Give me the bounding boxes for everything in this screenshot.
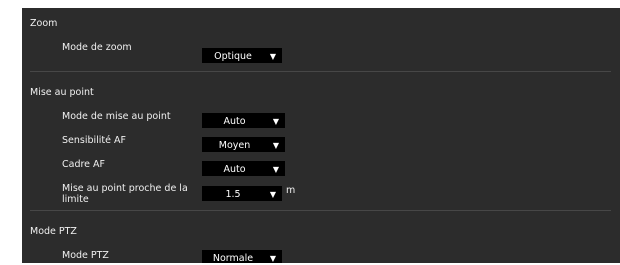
- focus-mode-value: Auto: [223, 116, 246, 127]
- near-limit-value: 1.5: [225, 189, 241, 200]
- section-title-ptz: Mode PTZ: [30, 226, 77, 237]
- focus-mode-select[interactable]: Auto ▼: [202, 113, 285, 128]
- af-frame-value: Auto: [223, 164, 246, 175]
- zoom-mode-value: Optique: [214, 51, 252, 62]
- af-frame-select[interactable]: Auto ▼: [202, 161, 285, 176]
- section-title-zoom: Zoom: [30, 18, 58, 29]
- section-title-focus: Mise au point: [30, 87, 94, 98]
- near-limit-select[interactable]: 1.5 ▼: [202, 186, 282, 201]
- chevron-down-icon: ▼: [272, 141, 279, 150]
- near-limit-label: Mise au point proche de la limite: [62, 183, 188, 205]
- settings-panel: Zoom Mode de zoom Optique ▼ Mise au poin…: [22, 8, 620, 263]
- af-sensitivity-value: Moyen: [218, 140, 251, 151]
- chevron-down-icon: ▼: [269, 52, 276, 61]
- zoom-mode-select[interactable]: Optique ▼: [202, 48, 282, 63]
- chevron-down-icon: ▼: [272, 165, 279, 174]
- ptz-mode-label: Mode PTZ: [62, 250, 109, 261]
- chevron-down-icon: ▼: [269, 190, 276, 199]
- af-sensitivity-label: Sensibilité AF: [62, 135, 126, 146]
- af-frame-label: Cadre AF: [62, 159, 106, 170]
- section-divider: [30, 210, 611, 211]
- focus-mode-label: Mode de mise au point: [62, 111, 171, 122]
- section-divider: [30, 71, 611, 72]
- ptz-mode-value: Normale: [212, 253, 254, 263]
- af-sensitivity-select[interactable]: Moyen ▼: [202, 137, 285, 152]
- chevron-down-icon: ▼: [269, 254, 276, 263]
- zoom-mode-label: Mode de zoom: [62, 42, 132, 53]
- chevron-down-icon: ▼: [272, 117, 279, 126]
- near-limit-unit: m: [286, 185, 296, 196]
- ptz-mode-select[interactable]: Normale ▼: [202, 250, 282, 263]
